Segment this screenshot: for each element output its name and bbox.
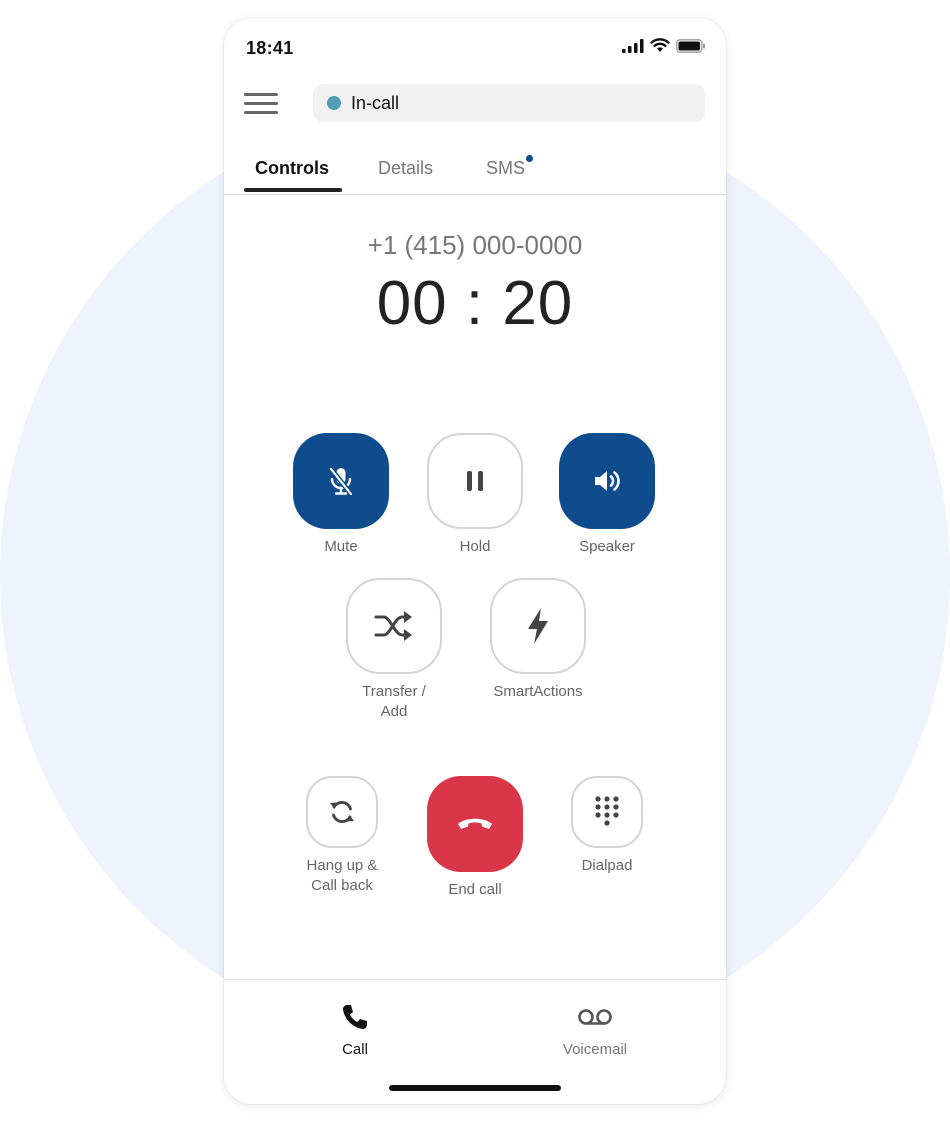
dialpad-label: Dialpad [581, 857, 633, 874]
status-icons [622, 38, 706, 53]
nav-voicemail-label: Voicemail [562, 1041, 628, 1058]
end-call-control: End call [427, 776, 523, 900]
mute-control: Mute [293, 433, 389, 557]
hold-button[interactable] [427, 433, 523, 529]
lightning-icon [528, 608, 548, 644]
speaker-control: Speaker [559, 433, 655, 557]
phone-icon [343, 1005, 367, 1029]
nav-voicemail[interactable]: Voicemail [535, 1002, 655, 1058]
speaker-button[interactable] [559, 433, 655, 529]
end-call-button[interactable] [427, 776, 523, 872]
hangup-callback-control: Hang up & Call back [302, 776, 382, 896]
tab-details[interactable]: Details [378, 158, 433, 179]
dialpad-control: Dialpad [567, 776, 647, 876]
status-bar: 18:41 [224, 18, 726, 78]
hangup-callback-label-line2: Call back [311, 877, 373, 894]
status-time: 18:41 [246, 38, 294, 58]
pause-icon [467, 471, 483, 491]
end-call-label: End call [448, 881, 502, 898]
hangup-callback-button[interactable] [306, 776, 378, 848]
nav-call[interactable]: Call [295, 1002, 415, 1058]
hangup-callback-label-line1: Hang up & [306, 857, 378, 874]
dialpad-icon [595, 796, 619, 826]
smartactions-label: SmartActions [493, 683, 583, 700]
mute-button[interactable] [293, 433, 389, 529]
call-status-label: In-call [351, 92, 400, 113]
hangup-callback-label: Hang up & Call back [302, 856, 382, 896]
smartactions-control: SmartActions [490, 578, 586, 702]
tab-bar: Controls Details SMS [224, 148, 726, 195]
shuffle-icon [374, 611, 412, 641]
phone-hangup-icon [458, 818, 492, 829]
dialpad-button[interactable] [571, 776, 643, 848]
call-timer: 00 : 20 [376, 269, 574, 338]
mute-label: Mute [324, 538, 358, 555]
caller-phone-number: +1 (415) 000-0000 [367, 230, 583, 260]
speaker-label: Speaker [579, 538, 635, 555]
refresh-icon [330, 801, 354, 823]
mic-off-icon [328, 466, 354, 497]
tab-sms[interactable]: SMS [486, 155, 534, 179]
nav-call-label: Call [342, 1041, 368, 1058]
battery-icon [676, 38, 705, 53]
transfer-label-line2: Add [380, 703, 408, 720]
wifi-icon [650, 38, 670, 52]
hamburger-menu-icon[interactable] [244, 93, 278, 117]
call-status-pill: In-call [313, 84, 705, 122]
cellular-icon [622, 38, 644, 53]
hold-label: Hold [459, 538, 491, 555]
smartactions-button[interactable] [490, 578, 586, 674]
speaker-icon [595, 471, 620, 491]
home-indicator[interactable] [389, 1085, 561, 1091]
voicemail-icon [578, 1009, 612, 1025]
phone-frame: 18:41 In-call Controls Details SMS +1 (4… [224, 18, 726, 1104]
hold-control: Hold [427, 433, 523, 557]
sms-notification-dot [526, 155, 534, 162]
call-status-dot [327, 96, 341, 110]
tab-controls[interactable]: Controls [255, 158, 329, 179]
transfer-add-button[interactable] [346, 578, 442, 674]
transfer-label: Transfer / Add [346, 682, 442, 722]
tab-sms-label: SMS [486, 158, 526, 178]
active-tab-indicator [244, 188, 342, 192]
transfer-control: Transfer / Add [346, 578, 442, 722]
transfer-label-line1: Transfer / [362, 683, 426, 700]
